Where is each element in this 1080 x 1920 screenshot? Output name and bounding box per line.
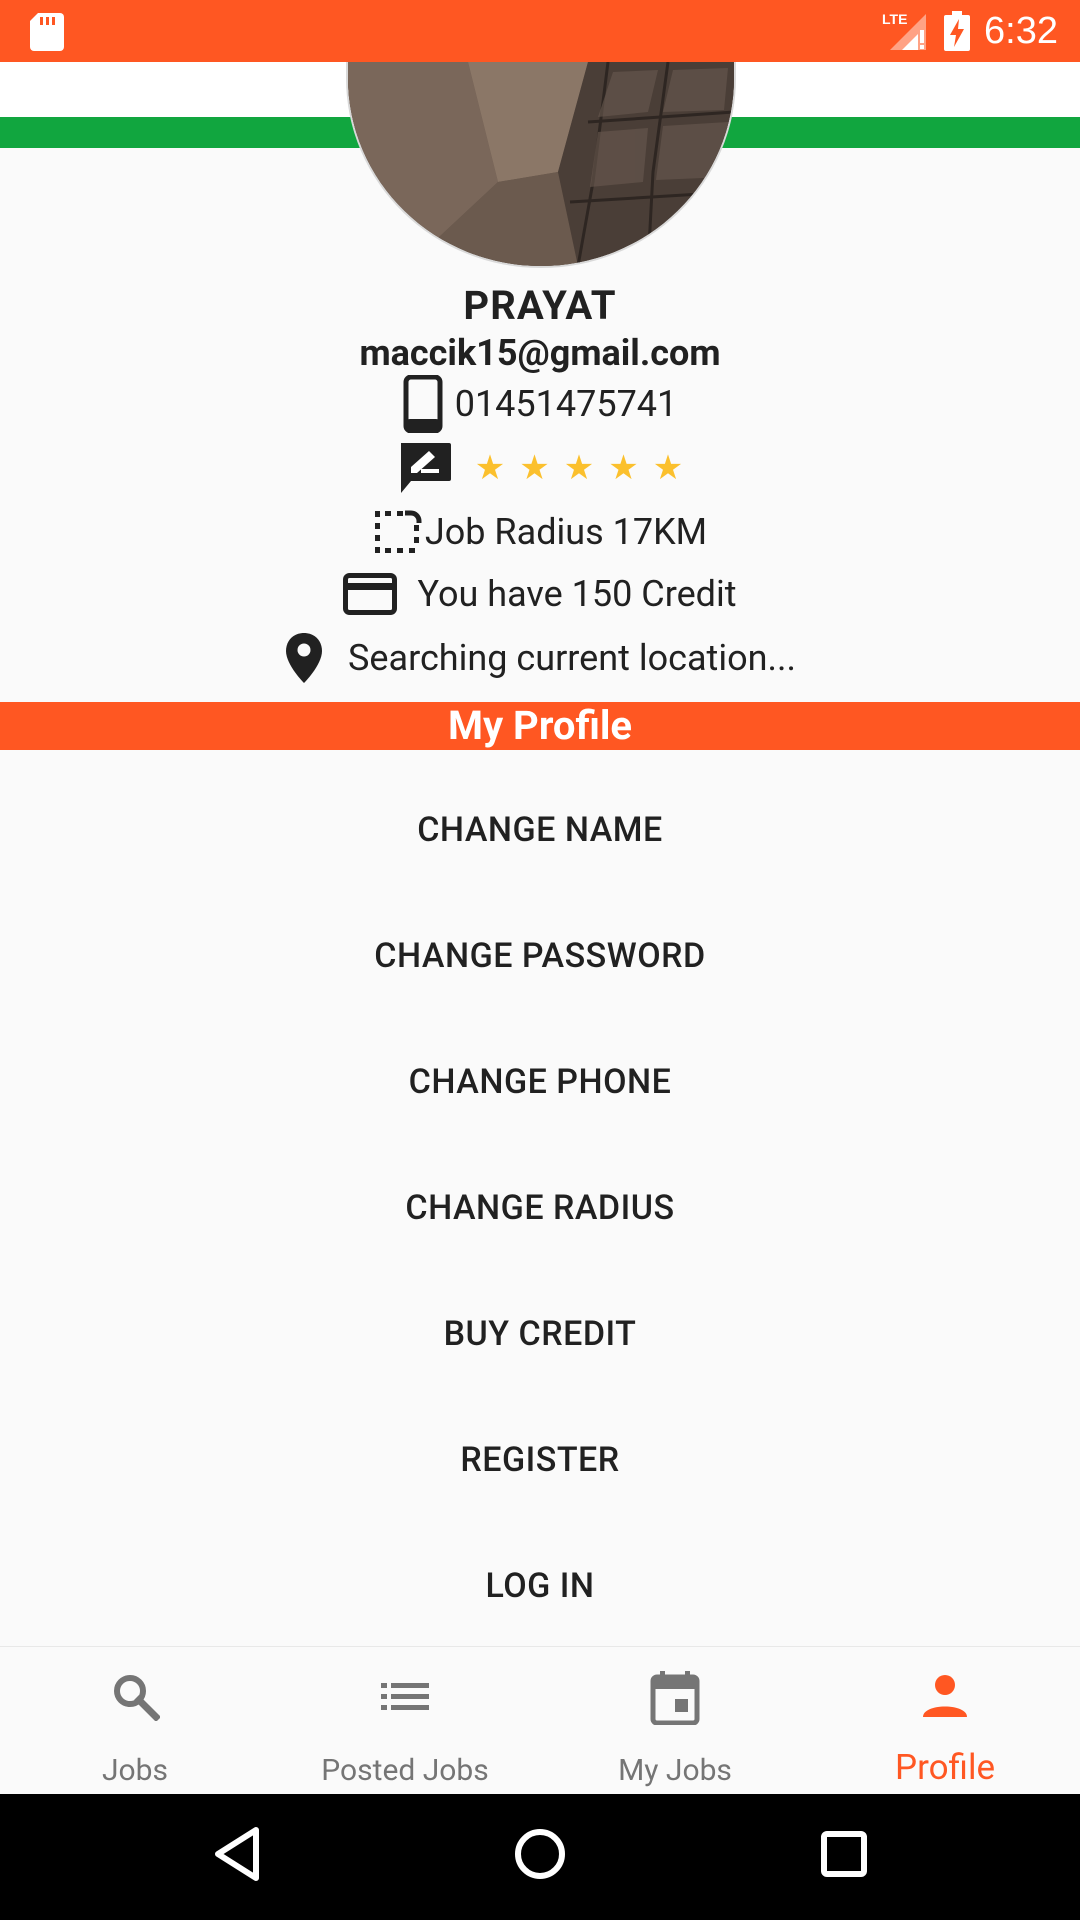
rating-row: ★ ★ ★ ★ ★ [0,440,1080,496]
status-bar: LTE 6:32 [0,0,1080,62]
nav-label-posted-jobs: Posted Jobs [321,1753,489,1788]
search-icon [114,1675,160,1721]
list-icon [381,1683,429,1710]
radius-selection-icon [374,510,422,553]
star-icon: ★ [474,448,506,488]
system-navigation-bar [0,1794,1080,1920]
rating-stars: ★ ★ ★ ★ ★ [475,451,683,485]
star-icon: ★ [608,448,639,488]
location-text: Searching current location... [348,637,796,679]
person-icon [923,1675,967,1717]
change-radius-button[interactable]: CHANGE RADIUS [0,1168,1080,1248]
change-phone-button[interactable]: CHANGE PHONE [0,1042,1080,1122]
signal-lte-icon: LTE [882,11,927,50]
nav-tab-profile[interactable]: Profile [810,1647,1080,1795]
phone-row: 01451475741 [0,375,1080,433]
nav-tab-my-jobs[interactable]: My Jobs [540,1647,810,1795]
star-icon: ★ [652,448,684,488]
back-icon[interactable] [212,1826,262,1882]
nav-tab-posted-jobs[interactable]: Posted Jobs [270,1647,540,1795]
home-icon[interactable] [513,1826,567,1882]
job-radius-text: Job Radius 17KM [424,511,708,553]
location-row: Searching current location... [0,630,1080,686]
sd-card-icon [30,13,64,51]
log-in-button[interactable]: LOG IN [0,1546,1080,1626]
nav-tab-jobs[interactable]: Jobs [0,1647,270,1795]
calendar-icon [650,1671,700,1725]
credit-row: You have 150 Credit [0,566,1080,622]
profile-email: maccik15@gmail.com [359,332,721,374]
clock-time: 6:32 [984,9,1058,52]
job-radius-row: Job Radius 17KM [0,504,1080,560]
phone-icon [403,375,443,433]
battery-charging-icon [944,11,971,51]
credit-text: You have 150 Credit [417,573,737,615]
profile-phone: 01451475741 [454,383,678,425]
change-name-button[interactable]: CHANGE NAME [0,790,1080,870]
profile-name: PRAYAT [463,282,617,329]
credit-card-icon [343,573,398,615]
section-header-my-profile: My Profile [0,702,1080,750]
svg-text:LTE: LTE [882,11,907,27]
recent-apps-icon[interactable] [820,1826,868,1882]
bottom-navigation: Jobs Posted Jobs My Jobs Profile [0,1646,1080,1795]
profile-avatar[interactable] [346,62,736,268]
change-password-button[interactable]: CHANGE PASSWORD [0,916,1080,996]
star-icon: ★ [563,448,595,488]
location-pin-icon [286,633,323,683]
nav-label-profile: Profile [894,1747,996,1788]
register-button[interactable]: REGISTER [0,1420,1080,1500]
star-icon: ★ [519,448,550,488]
nav-label-jobs: Jobs [102,1753,168,1788]
nav-label-my-jobs: My Jobs [618,1753,732,1788]
rate-review-icon [400,443,451,493]
buy-credit-button[interactable]: BUY CREDIT [0,1294,1080,1374]
